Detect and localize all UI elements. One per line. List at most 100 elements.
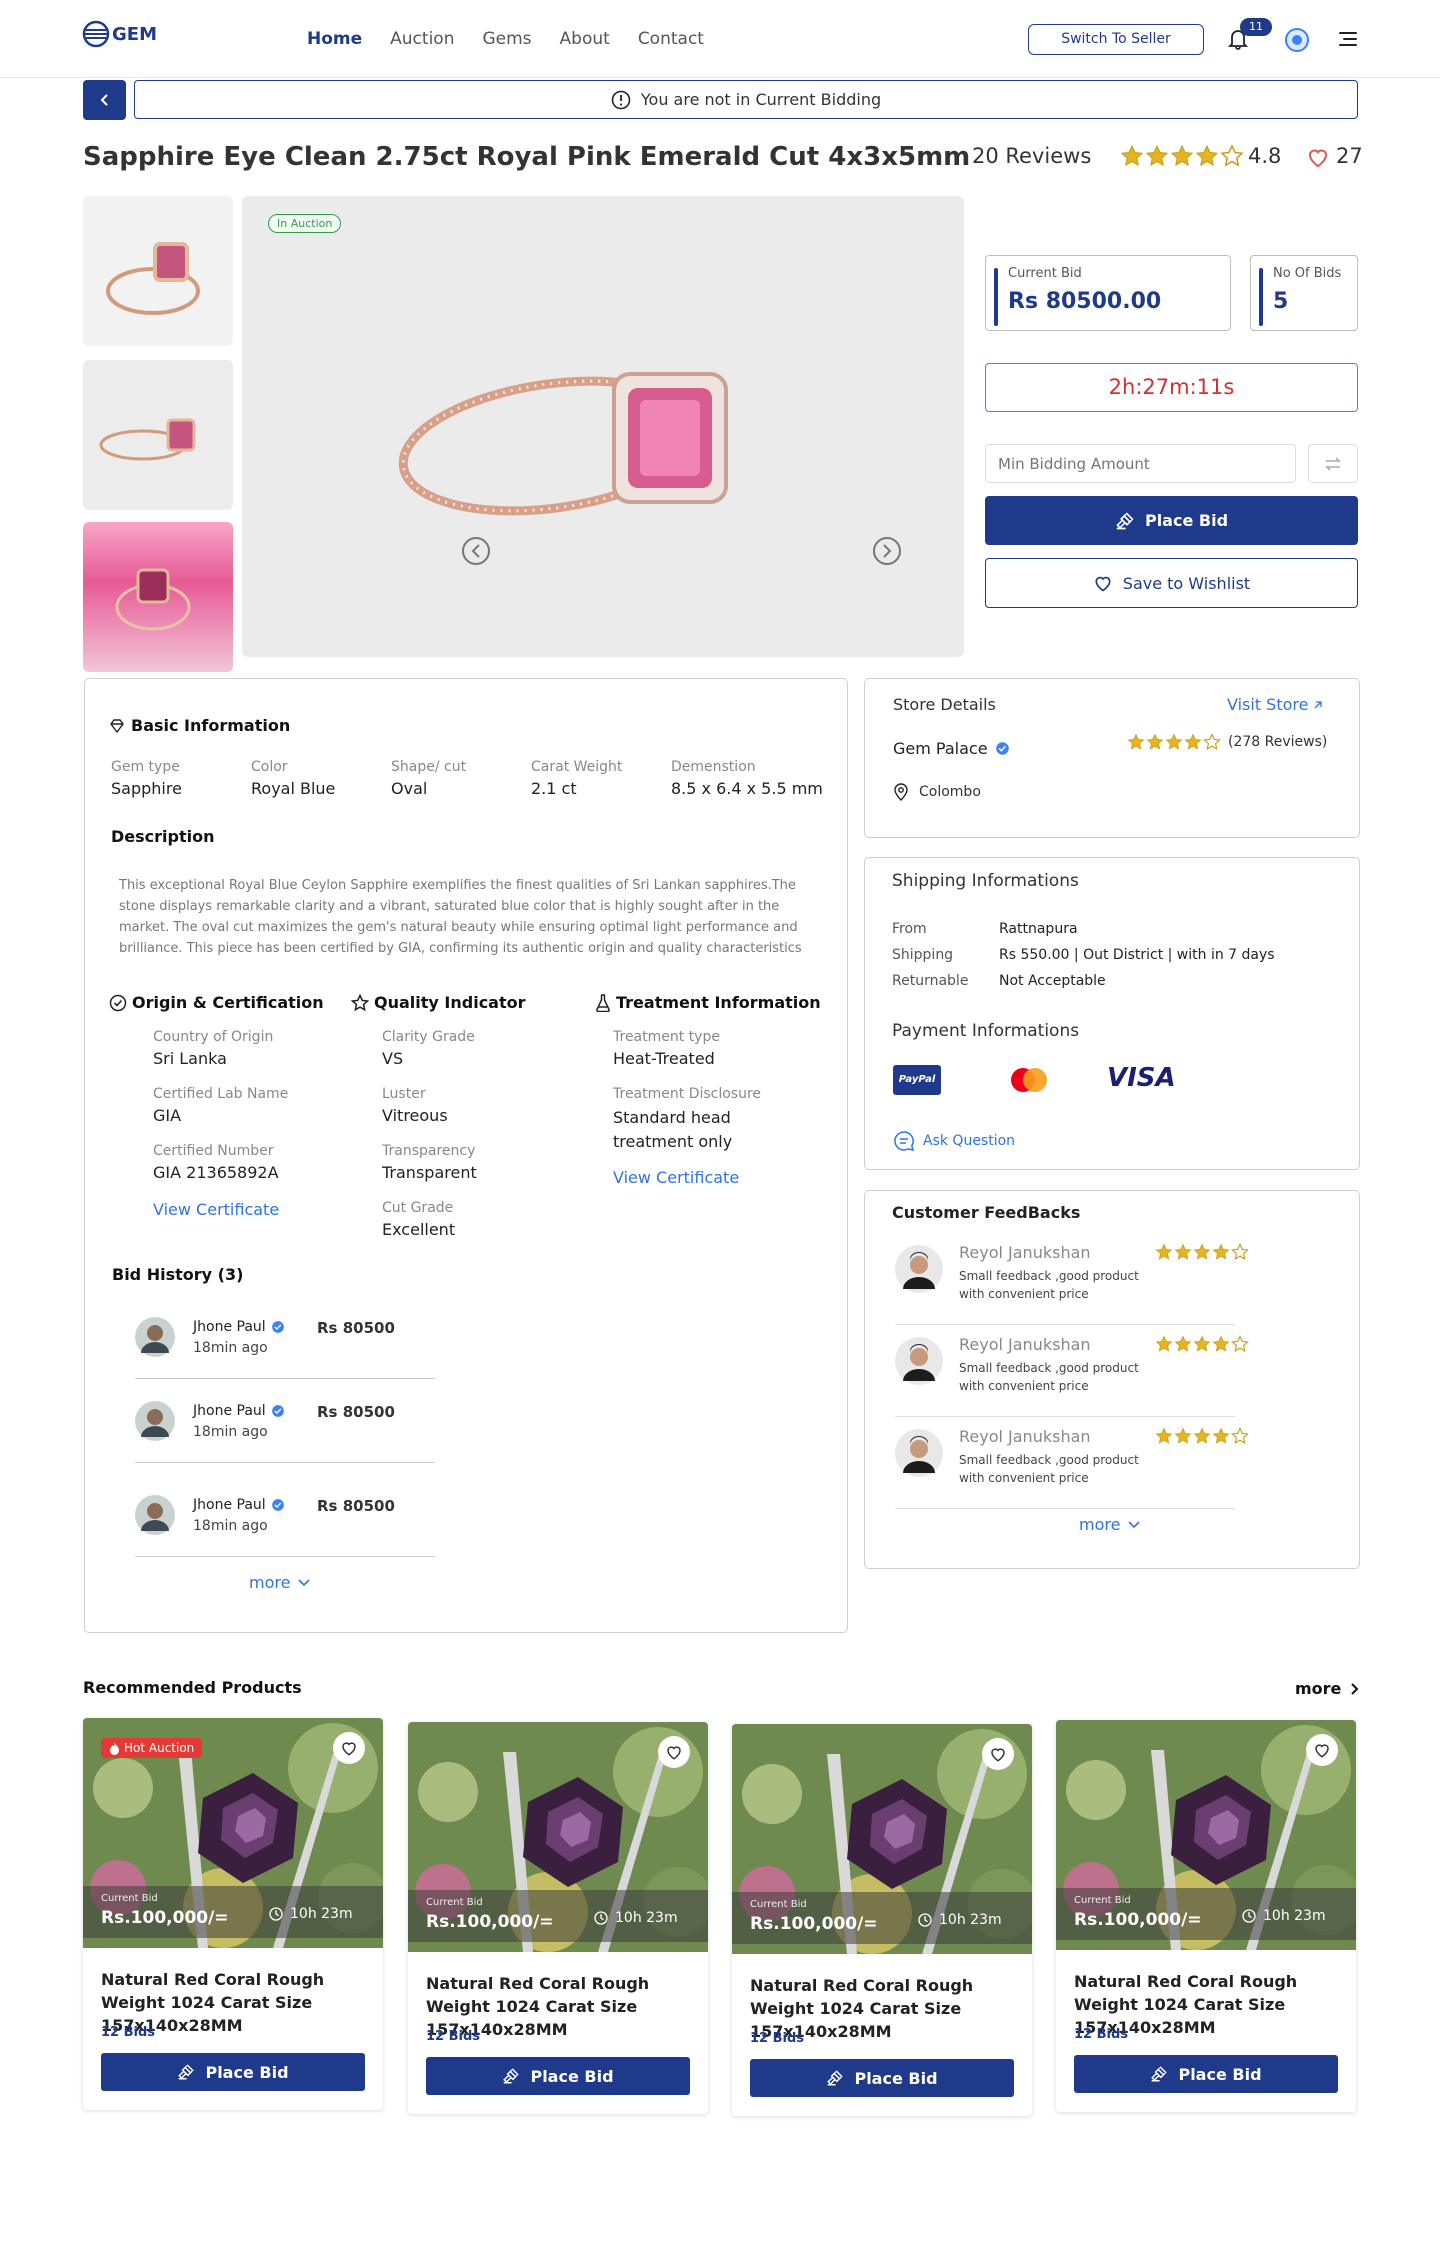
reviews-count[interactable]: 20 Reviews (972, 144, 1091, 168)
review-text: Small feedback ,good product with conveni… (959, 1267, 1139, 1303)
place-bid-button[interactable]: Place Bid (426, 2057, 690, 2095)
visit-store-link[interactable]: Visit Store (1227, 695, 1323, 714)
place-bid-label: Place Bid (205, 2062, 289, 2082)
star-icon (1212, 1427, 1230, 1445)
view-certificate-link[interactable]: View Certificate (613, 1168, 761, 1187)
nav-contact[interactable]: Contact (638, 29, 704, 49)
paypal-logo: PayPal (893, 1065, 941, 1095)
star-icon (1165, 733, 1183, 751)
place-bid-button[interactable]: Place Bid (750, 2059, 1014, 2097)
star-icon (1155, 1427, 1173, 1445)
avatar (895, 1337, 943, 1385)
feedback-more-button[interactable]: more (1079, 1515, 1141, 1534)
save-to-wishlist-button[interactable]: Save to Wishlist (985, 558, 1358, 608)
heart-icon (989, 1745, 1007, 1763)
accent-bar (994, 268, 998, 326)
review-line: with convenient price (959, 1287, 1089, 1301)
store-name[interactable]: Gem Palace (893, 739, 988, 758)
time-left: 10h 23m (1241, 1908, 1326, 1924)
switch-to-seller-button[interactable]: Switch To Seller (1028, 24, 1204, 55)
menu-icon[interactable] (1338, 30, 1358, 48)
payment-heading: Payment Informations (892, 1021, 1080, 1041)
wishlist-heart-button[interactable] (982, 1738, 1014, 1770)
product-card[interactable]: Current Bid Rs.100,000/= 10h 23m Natural… (732, 1724, 1032, 2116)
star-icon (1184, 733, 1202, 751)
auction-timer: 2h:27m:11s (985, 363, 1358, 412)
logo[interactable]: GEM (82, 20, 157, 48)
chevron-left-icon (100, 94, 108, 106)
star-icon (1170, 144, 1194, 168)
basic-info-title: Basic Information (131, 716, 291, 735)
review-stars (1155, 1335, 1249, 1353)
field-value: GIA (153, 1106, 182, 1125)
hot-auction-label: Hot Auction (124, 1741, 195, 1755)
min-bid-input[interactable] (985, 444, 1296, 483)
star-icon (1195, 144, 1219, 168)
nav-about[interactable]: About (560, 29, 610, 49)
place-bid-button[interactable]: Place Bid (1074, 2055, 1338, 2093)
product-card[interactable]: Current Bid Rs.100,000/= 10h 23m Natural… (1056, 1720, 1356, 2112)
gavel-icon (1150, 2065, 1168, 2083)
bid-time: 18min ago (193, 1424, 268, 1440)
wishlist-heart-button[interactable] (1306, 1734, 1338, 1766)
back-button[interactable] (83, 80, 126, 120)
reviewer-name: Reyol Janukshan (959, 1243, 1091, 1262)
product-card[interactable]: Hot Auction Current Bid Rs.100,000/= 10h… (83, 1718, 383, 2110)
bids-count: 12 Bids (1074, 2027, 1129, 2042)
product-card[interactable]: Current Bid Rs.100,000/= 10h 23m Natural… (408, 1722, 708, 2114)
nav-home[interactable]: Home (307, 29, 362, 49)
bidder-name: Jhone Paul (193, 1497, 266, 1513)
treatment-fields: Treatment type Heat-Treated Treatment Di… (613, 1029, 761, 1187)
bidder-name-row: Jhone Paul (193, 1319, 285, 1335)
reviewer-name: Reyol Janukshan (959, 1427, 1091, 1446)
current-bid-price: Rs.100,000/= (426, 1912, 554, 1932)
star-icon (1212, 1243, 1230, 1261)
store-heading: Store Details (893, 695, 996, 714)
bid-history-item: Jhone Paul 18min ago Rs 80500 (135, 1399, 435, 1463)
thumbnail-1[interactable] (83, 196, 233, 346)
review-text: Small feedback ,good product with conveni… (959, 1359, 1139, 1395)
bids-count: 12 Bids (426, 2029, 481, 2044)
bidder-name-row: Jhone Paul (193, 1497, 285, 1513)
field-label: Treatment type (613, 1029, 720, 1045)
swap-button[interactable] (1308, 444, 1358, 483)
star-outline-icon (351, 993, 369, 1011)
wishlist-heart-button[interactable] (333, 1732, 365, 1764)
thumbnail-2[interactable] (83, 360, 233, 510)
place-bid-label: Place Bid (1144, 511, 1229, 530)
shipping-label: From (892, 921, 927, 937)
hot-auction-badge: Hot Auction (101, 1738, 203, 1758)
place-bid-button[interactable]: Place Bid (985, 496, 1358, 545)
description-heading: Description (111, 827, 215, 846)
field-label: Certified Number (153, 1143, 274, 1159)
recommended-more-button[interactable]: more (1295, 1679, 1359, 1698)
view-certificate-link[interactable]: View Certificate (153, 1200, 288, 1219)
place-bid-button[interactable]: Place Bid (101, 2053, 365, 2091)
ask-question-button[interactable]: Ask Question (893, 1130, 1015, 1152)
nav-gems[interactable]: Gems (482, 29, 531, 49)
place-bid-label: Place Bid (854, 2068, 938, 2088)
gavel-icon (826, 2069, 844, 2087)
shipping-label: Returnable (892, 973, 969, 989)
more-label: more (1295, 1679, 1342, 1698)
shipping-panel: Shipping Informations From Shipping Retu… (864, 857, 1360, 1170)
wishlist-heart-button[interactable] (658, 1736, 690, 1768)
heart-icon[interactable] (1305, 145, 1331, 169)
time-left: 10h 23m (268, 1906, 353, 1922)
field-label: Carat Weight (531, 759, 623, 775)
wishlist-label: Save to Wishlist (1122, 573, 1251, 593)
avatar-icon[interactable] (1284, 27, 1310, 53)
reviewer-name: Reyol Janukshan (959, 1335, 1091, 1354)
field-value: Vitreous (382, 1106, 448, 1125)
field-shape: Shape/ cut Oval (391, 759, 466, 798)
nav-auction[interactable]: Auction (390, 29, 454, 49)
time-left-value: 10h 23m (615, 1910, 678, 1926)
shipping-value: Rattnapura (999, 921, 1078, 937)
field-value: Transparent (382, 1163, 477, 1182)
avatar (135, 1317, 175, 1357)
thumbnail-3[interactable] (83, 522, 233, 672)
bid-amount: Rs 80500 (317, 1403, 395, 1421)
current-bid-label: Current Bid (750, 1899, 807, 1910)
time-left: 10h 23m (917, 1912, 1002, 1928)
bid-history-more-button[interactable]: more (249, 1573, 311, 1592)
